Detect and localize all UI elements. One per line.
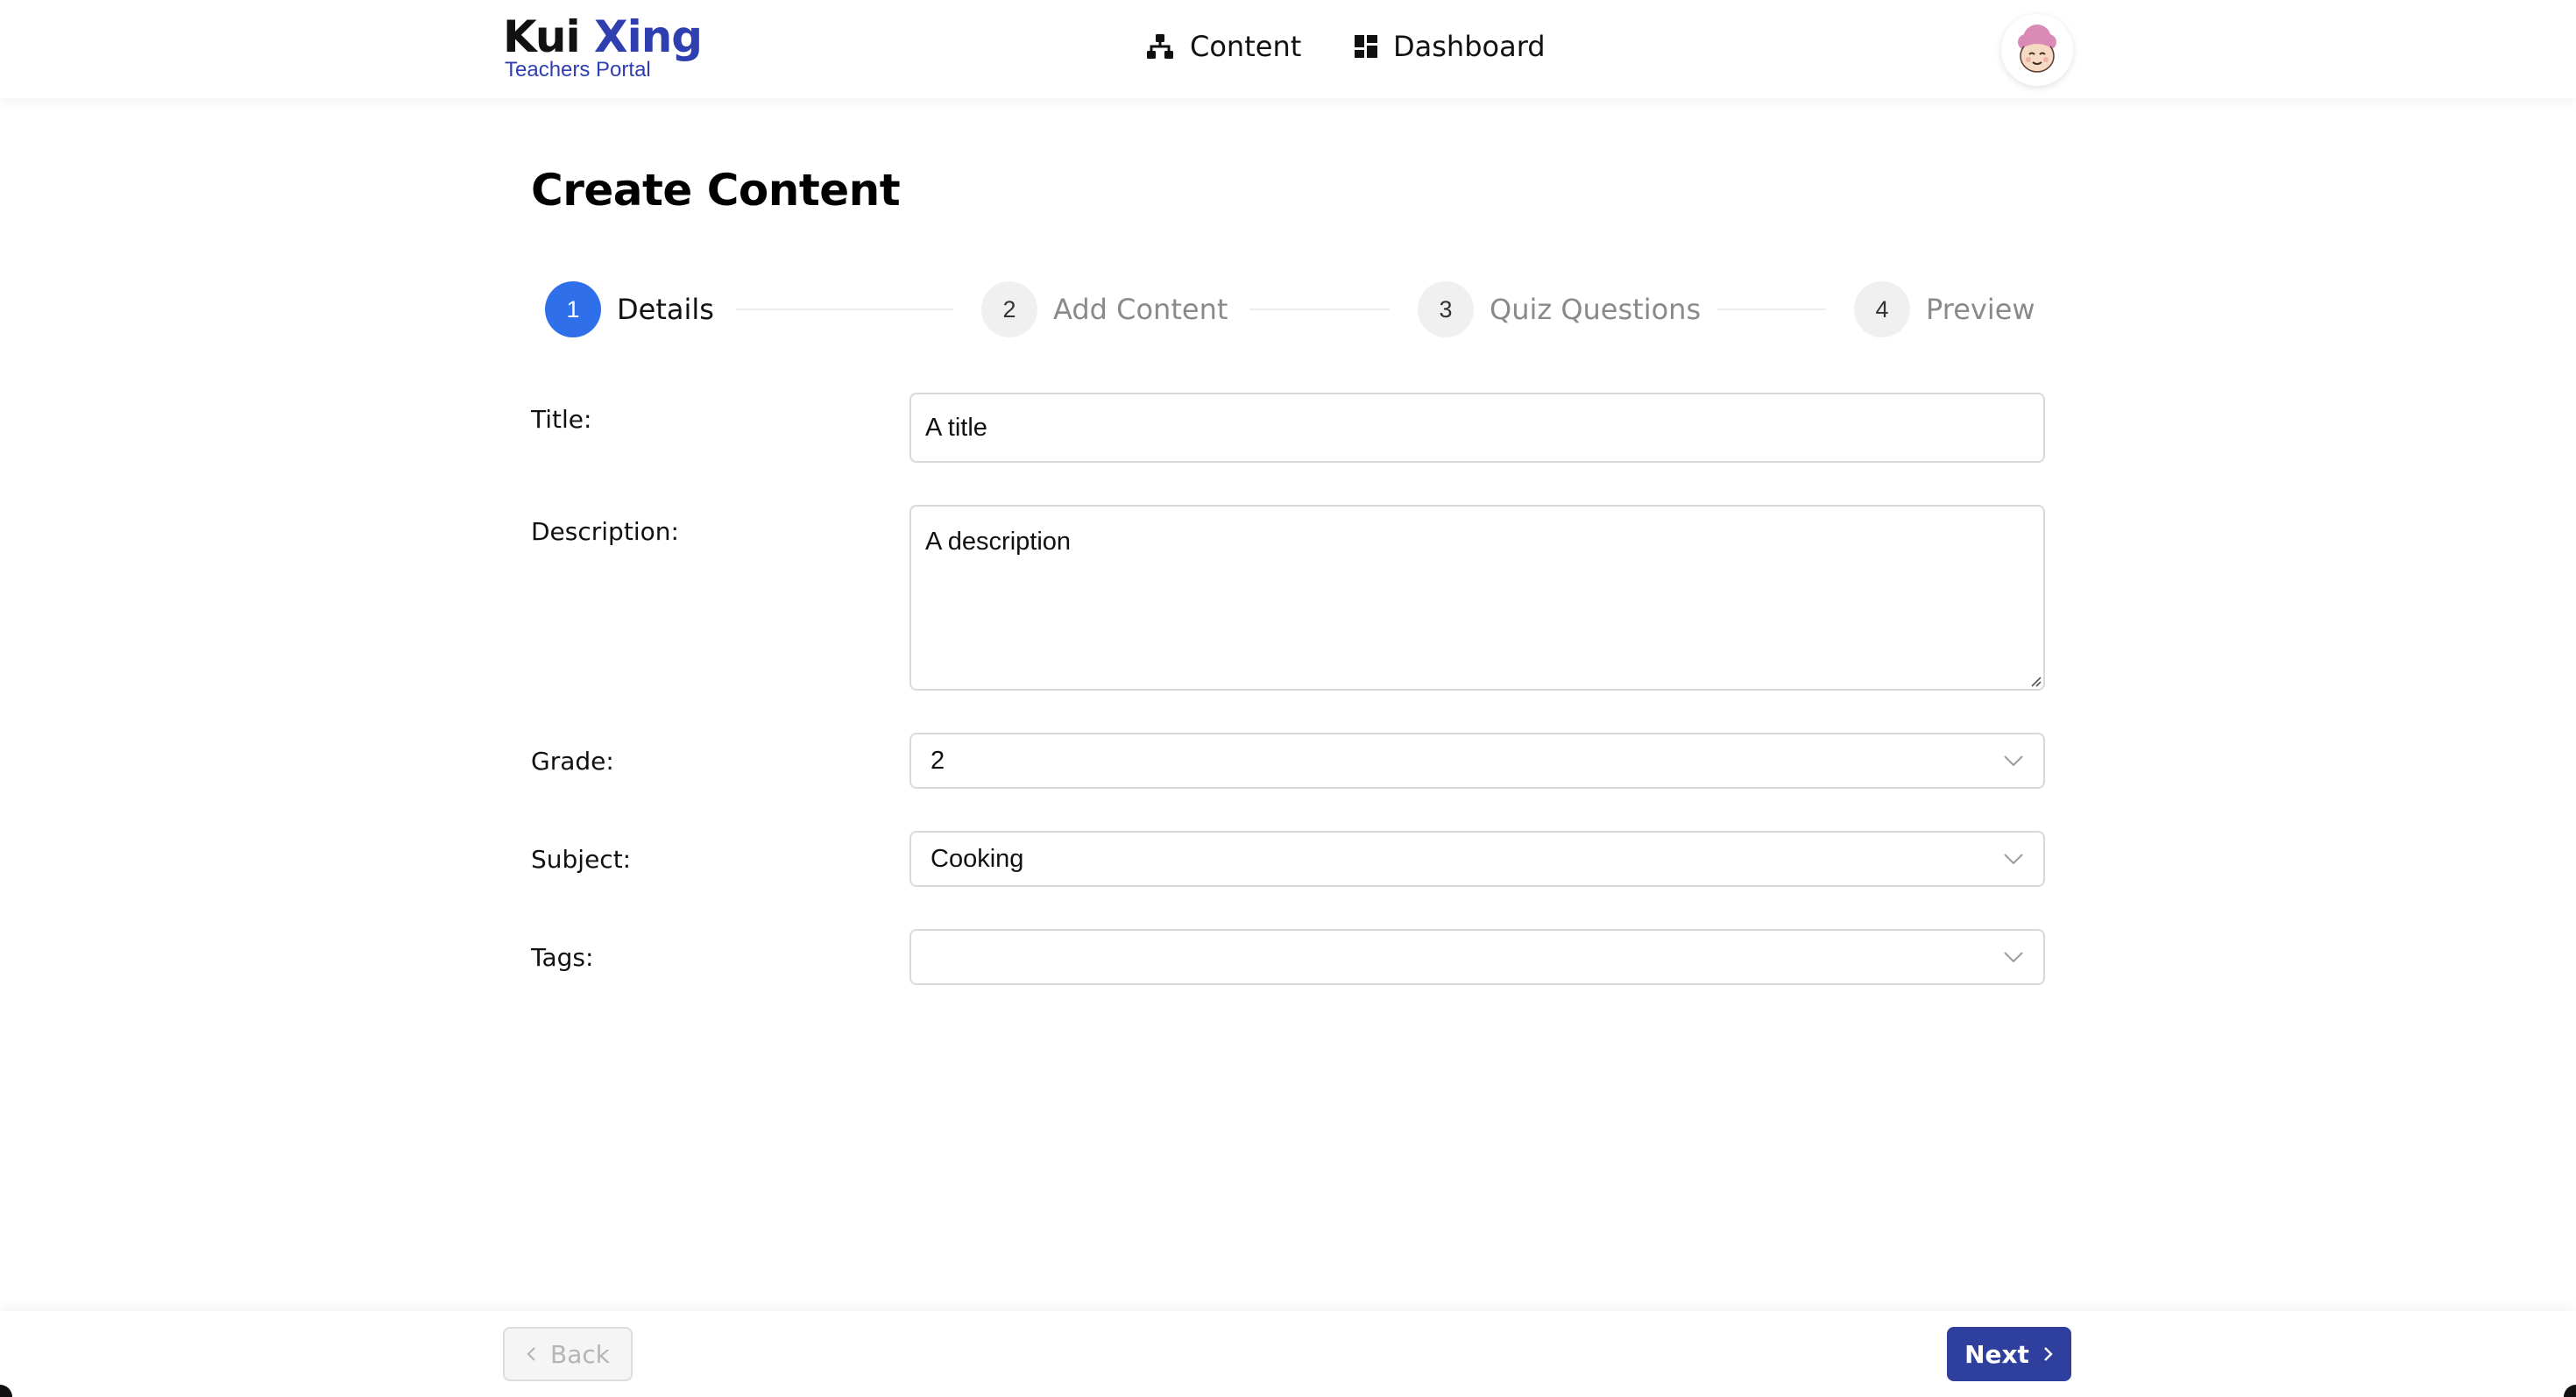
step-connector [1717,308,1826,310]
chevron-down-icon [2004,755,2023,767]
title-label: Title: [531,405,591,434]
title-input[interactable] [925,413,2029,443]
logo-title: Kui Xing [503,11,703,62]
logo-title-part2: Xing [594,11,703,62]
app-root: Kui Xing Teachers Portal Content Dashboa… [0,0,2576,1397]
step-label: Quiz Questions [1490,293,1702,326]
chevron-right-icon [2044,1347,2053,1361]
grade-label: Grade: [531,747,614,776]
chevron-left-icon [527,1347,535,1361]
label-colon: : [585,943,594,972]
subject-label: Subject: [531,845,631,874]
step-number: 4 [1854,281,1910,337]
description-field[interactable]: A description [909,505,2045,691]
resize-grip-icon[interactable] [2028,673,2042,687]
grade-selected-value: 2 [931,746,945,775]
subject-label-text: Subject [531,845,623,874]
tags-label: Tags: [531,943,593,972]
step-number: 2 [981,281,1037,337]
step-label: Preview [1926,293,2035,326]
form-footer: Back Next [0,1311,2576,1397]
tags-select[interactable] [909,929,2045,985]
step-connector [736,308,953,310]
chevron-down-icon [2004,854,2023,865]
logo-subtitle: Teachers Portal [505,58,651,82]
sitemap-icon [1146,33,1174,60]
window-corner [2564,1385,2576,1397]
logo[interactable]: Kui Xing Teachers Portal [503,11,703,82]
top-navbar: Kui Xing Teachers Portal Content Dashboa… [0,0,2576,98]
label-colon: : [584,405,592,434]
page-title: Create Content [531,165,901,216]
window-corner [0,1385,12,1397]
subject-select[interactable]: Cooking [909,831,2045,887]
description-label: Description: [531,517,679,546]
subject-selected-value: Cooking [931,844,1024,873]
back-button[interactable]: Back [503,1327,633,1381]
dashboard-icon [1355,35,1377,58]
grade-select[interactable]: 2 [909,733,2045,789]
step-number: 1 [545,281,601,337]
nav-content-label: Content [1190,30,1302,63]
user-avatar-icon [2018,25,2056,73]
next-button[interactable]: Next [1947,1327,2071,1381]
title-label-text: Title [531,405,584,434]
step-preview[interactable]: 4 Preview [1854,280,2035,338]
step-details[interactable]: 1 Details [545,280,714,338]
logo-title-part1: Kui [503,11,595,62]
description-label-text: Description [531,517,671,546]
step-number: 3 [1418,281,1474,337]
step-add-content[interactable]: 2 Add Content [981,280,1228,338]
step-label: Add Content [1053,293,1228,326]
back-button-label: Back [550,1339,610,1369]
next-button-label: Next [1964,1339,2029,1369]
step-label: Details [617,293,714,326]
step-connector [1249,308,1390,310]
tags-label-text: Tags [531,943,585,972]
user-avatar-button[interactable] [2001,14,2073,86]
label-colon: : [605,747,614,776]
label-colon: : [670,517,679,546]
nav-content-link[interactable]: Content [1146,25,1301,68]
step-quiz-questions[interactable]: 3 Quiz Questions [1418,280,1701,338]
title-field[interactable] [909,393,2045,463]
nav-dashboard-label: Dashboard [1393,30,1546,63]
label-colon: : [622,845,632,874]
chevron-down-icon [2004,952,2023,963]
description-textarea[interactable]: A description [925,526,2029,670]
nav-dashboard-link[interactable]: Dashboard [1355,25,1546,68]
grade-label-text: Grade [531,747,606,776]
